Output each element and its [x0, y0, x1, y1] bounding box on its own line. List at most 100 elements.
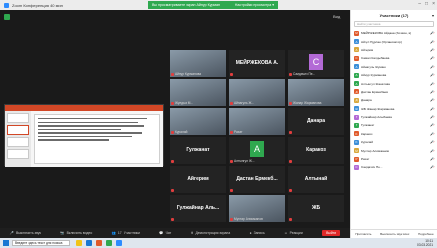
chrome-icon[interactable] — [106, 240, 112, 246]
invite-button[interactable]: Пригласить — [355, 232, 371, 236]
video-tile[interactable]: МЕЙРЖЕКОВА А. — [229, 50, 285, 77]
avatar: M — [354, 148, 359, 154]
security-shield-icon[interactable] — [4, 14, 10, 20]
more-button[interactable]: Подробнее — [418, 232, 434, 236]
share-screen-button[interactable]: ⬆ Демонстрация экрана — [191, 231, 231, 235]
muted-mic-icon: 🎤̸ — [430, 157, 434, 162]
muted-mic-icon — [289, 218, 292, 221]
muted-mic-icon: 🎤̸ — [430, 73, 434, 78]
end-meeting-button[interactable]: Выйти — [322, 230, 341, 236]
muted-mic-icon: 🎤̸ — [430, 31, 434, 36]
participant-row[interactable]: Ж ЖБ Жанар Жарманова 🎤̸ — [351, 105, 437, 113]
video-tile[interactable]: Куралай — [170, 108, 226, 135]
taskbar-search-input[interactable]: Введите здесь текст для поиска — [12, 240, 70, 246]
edge-browser-icon[interactable] — [86, 240, 92, 246]
collapse-panel-icon[interactable]: ▾ — [432, 13, 434, 18]
reactions-button[interactable]: ☺ Реакции — [284, 231, 303, 235]
participant-row[interactable]: M МЕЙРЖЕКОВА Айдана (Хозяин, я) 🎤̸ — [351, 29, 437, 37]
maximize-icon[interactable]: □ — [425, 1, 428, 7]
camera-icon: 📷 — [60, 231, 65, 235]
avatar: Г — [354, 122, 359, 128]
zoom-app-icon[interactable] — [116, 240, 122, 246]
mute-all-button[interactable]: Выключить звук всех — [380, 232, 409, 236]
participant-name: Гулжанат — [361, 123, 375, 128]
participant-row[interactable]: C Саидачич Пе... 🎤̸ — [351, 163, 437, 171]
participant-row[interactable]: M Мухтар Алимжанов 🎤̸ — [351, 146, 437, 154]
avatar: A — [354, 47, 359, 53]
participant-row[interactable]: Г Гулжайнар Алыбаева 🎤̸ — [351, 113, 437, 121]
video-tile[interactable]: Айгерим — [170, 166, 226, 193]
participant-row[interactable]: A Алтынгул Жанатова 🎤̸ — [351, 79, 437, 87]
participant-row[interactable]: Д Дастан Ермекбаев 🎤̸ — [351, 88, 437, 96]
view-options-button[interactable]: Настройки просмотра ▾ — [235, 3, 274, 7]
muted-mic-icon — [230, 189, 233, 192]
muted-mic-icon — [230, 218, 233, 221]
slide-thumb — [7, 113, 29, 123]
video-tile[interactable]: Мухтар Алимжанов — [229, 195, 285, 222]
participant-row[interactable]: Г Гулжанат 🎤̸ — [351, 121, 437, 129]
video-tile[interactable]: Жулдыз М... — [170, 79, 226, 106]
video-button[interactable]: 📷 Включить видео — [60, 231, 92, 235]
participants-button[interactable]: 👥 17 Участники — [112, 231, 140, 235]
video-tile[interactable]: C Саидачич Пе... — [288, 50, 344, 77]
record-icon: ● — [249, 231, 252, 235]
screen-share-banner: Вы просматриваете экран Айнур Курман Нас… — [148, 1, 278, 9]
start-menu-icon[interactable] — [3, 240, 9, 246]
video-tile[interactable]: Гулжайнар Аль... — [170, 195, 226, 222]
muted-mic-icon: 🎤̸ — [430, 39, 434, 44]
panel-header: Участники (17) ▾ — [351, 10, 437, 20]
participant-row[interactable]: K Куралай 🎤̸ — [351, 138, 437, 146]
participant-row[interactable]: Д Данара 🎤̸ — [351, 96, 437, 104]
slide-thumb — [7, 137, 29, 147]
microphone-icon: 🎤 — [9, 231, 14, 235]
participant-row[interactable]: P Рахат 🎤̸ — [351, 155, 437, 163]
tile-label: Мухтар Алимжанов — [234, 217, 263, 221]
participant-search-input[interactable]: Найти участника — [354, 21, 434, 27]
close-icon[interactable]: × — [432, 1, 435, 7]
muted-mic-icon — [230, 102, 233, 105]
muted-mic-icon: 🎤̸ — [430, 123, 434, 128]
participants-panel: Участники (17) ▾ Найти участника M МЕЙРЖЕ… — [350, 10, 437, 238]
powerpoint-icon[interactable] — [96, 240, 102, 246]
video-tile[interactable]: Рахат — [229, 108, 285, 135]
muted-mic-icon — [289, 189, 292, 192]
video-tile[interactable]: Айнагуль Ж... — [229, 79, 285, 106]
tile-name: Данара — [307, 118, 325, 124]
participant-row[interactable]: K Каракоз 🎤̸ — [351, 130, 437, 138]
minimize-icon[interactable]: – — [418, 1, 421, 7]
file-explorer-icon[interactable] — [76, 240, 82, 246]
avatar: Г — [354, 114, 359, 120]
muted-mic-icon — [171, 189, 174, 192]
participant-name: Рахат — [361, 157, 370, 162]
avatar: K — [354, 139, 359, 145]
slide-thumb — [7, 125, 29, 135]
video-tile[interactable]: Айнур Курманова — [170, 50, 226, 77]
participant-row[interactable]: A Айгерим 🎤̸ — [351, 46, 437, 54]
participant-row[interactable]: A Айгүл Нұрлан (Организатор) 🎤̸ — [351, 37, 437, 45]
tile-name: Дастан Ермекб... — [236, 176, 278, 182]
muted-mic-icon: 🎤̸ — [430, 56, 434, 61]
video-tile[interactable]: Дастан Ермекб... — [229, 166, 285, 193]
muted-mic-icon — [230, 131, 233, 134]
video-tile[interactable]: Данара — [288, 108, 344, 135]
muted-mic-icon — [289, 73, 292, 76]
reactions-icon: ☺ — [284, 231, 288, 235]
video-tile[interactable]: Каракоз — [288, 137, 344, 164]
view-button[interactable]: Вид — [333, 14, 340, 19]
participant-row[interactable]: A Айнур Курманова 🎤̸ — [351, 71, 437, 79]
participant-row[interactable]: A Айнагуль Жумаш 🎤̸ — [351, 63, 437, 71]
video-tile[interactable]: Алтынай — [288, 166, 344, 193]
avatar: Ж — [354, 106, 359, 112]
zoom-logo-icon — [4, 2, 9, 8]
mute-button[interactable]: 🎤 Выключить звук — [10, 231, 41, 235]
chat-button[interactable]: 💬 Чат — [159, 231, 171, 235]
record-button[interactable]: ● Запись — [250, 231, 265, 235]
slide-canvas — [31, 111, 163, 167]
video-tile[interactable]: A Алтынгул Ж... — [229, 137, 285, 164]
video-tile[interactable]: Гулжанат — [170, 137, 226, 164]
avatar: A — [354, 72, 359, 78]
participant-row[interactable]: C Самал Калдыбаева 🎤̸ — [351, 54, 437, 62]
muted-mic-icon: 🎤̸ — [430, 47, 434, 52]
video-tile[interactable]: ЖБ — [288, 195, 344, 222]
video-tile[interactable]: Жанар Жарманова — [288, 79, 344, 106]
